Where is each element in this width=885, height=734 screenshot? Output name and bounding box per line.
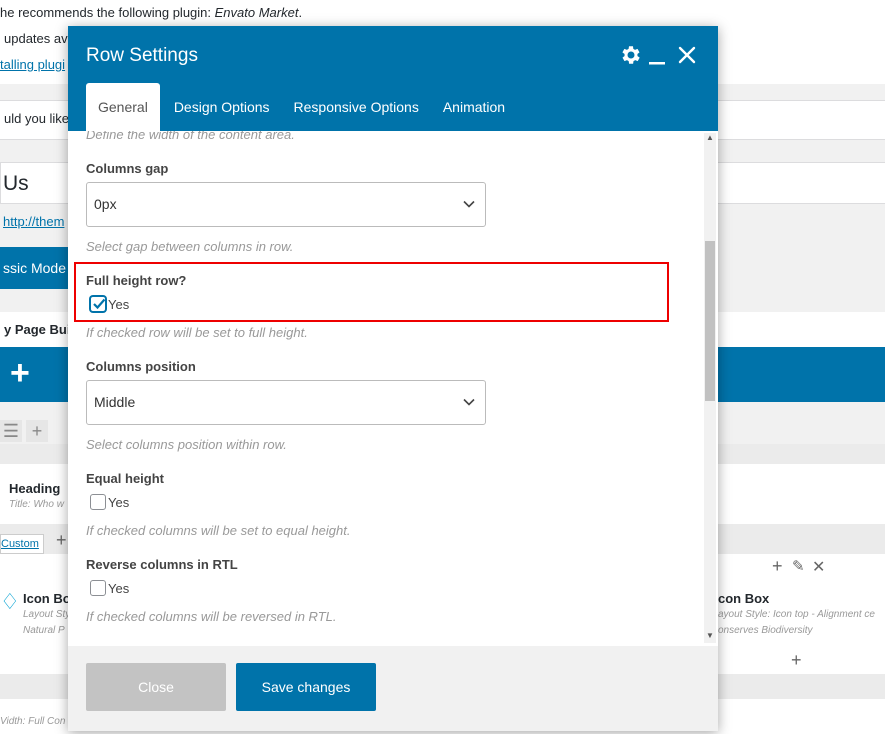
notice-line-2: updates av <box>4 31 68 46</box>
notice-install-link[interactable]: talling plugi <box>0 57 65 72</box>
columns-gap-label: Columns gap <box>86 161 169 176</box>
heading-element-title: Heading <box>9 481 61 496</box>
columns-position-help: Select columns position within row. <box>86 437 287 452</box>
chevron-down-icon <box>463 200 475 208</box>
equal-height-option: Yes <box>108 494 130 510</box>
next-row-sub: Vidth: Full Con <box>0 716 66 727</box>
chevron-down-icon <box>463 398 475 406</box>
column-add-icon-right[interactable]: + <box>791 650 802 671</box>
delete-icon[interactable]: ✕ <box>812 557 825 577</box>
full-height-option: Yes <box>108 296 130 312</box>
columns-position-label: Columns position <box>86 359 196 374</box>
notice-text: he recommends the following plugin: <box>0 5 215 20</box>
columns-gap-value: 0px <box>94 196 117 212</box>
heading-element-sub: Title: Who w <box>9 499 64 510</box>
equal-height-label: Equal height <box>86 471 164 486</box>
classic-mode-button[interactable]: ssic Mode <box>0 247 70 289</box>
full-height-checkbox-row[interactable]: Yes <box>90 296 129 312</box>
icon-box-left-sub2: Natural P <box>23 625 65 636</box>
permalink[interactable]: http://them <box>3 214 64 229</box>
equal-height-help: If checked columns will be set to equal … <box>86 523 351 538</box>
close-button[interactable]: Close <box>86 663 226 711</box>
question-text: uld you like <box>4 111 70 126</box>
columns-gap-select[interactable]: 0px <box>86 182 486 227</box>
reverse-rtl-help: If checked columns will be reversed in R… <box>86 609 337 624</box>
content-width-help: Define the width of the content area. <box>86 131 295 142</box>
close-icon[interactable] <box>675 43 699 67</box>
builder-label: y Page Buil <box>4 322 75 337</box>
gear-icon[interactable] <box>619 43 643 67</box>
column-add-icon[interactable]: + <box>56 530 67 551</box>
notice-suffix: . <box>298 5 303 20</box>
reverse-rtl-checkbox-row[interactable]: Yes <box>90 580 129 596</box>
full-height-checkbox[interactable] <box>90 296 106 312</box>
tab-design-options[interactable]: Design Options <box>162 83 282 131</box>
full-height-help: If checked row will be set to full heigh… <box>86 325 308 340</box>
columns-position-select[interactable]: Middle <box>86 380 486 425</box>
full-height-label: Full height row? <box>86 273 187 288</box>
add-element-icon[interactable]: + <box>10 356 30 390</box>
equal-height-checkbox[interactable] <box>90 494 106 510</box>
pencil-icon[interactable]: ✎ <box>792 557 805 575</box>
icon-box-right-sub2: onserves Biodiversity <box>718 625 813 636</box>
row-settings-modal: Row Settings General Design Options Resp… <box>68 26 718 731</box>
scroll-down-arrow-icon[interactable]: ▼ <box>704 631 716 640</box>
icon-box-right-title: con Box <box>718 591 770 606</box>
reverse-rtl-checkbox[interactable] <box>90 580 106 596</box>
scroll-up-arrow-icon[interactable]: ▲ <box>704 133 716 142</box>
page-title: Us <box>3 172 29 195</box>
custom-tag[interactable]: Custom <box>0 534 44 554</box>
modal-tabs: General Design Options Responsive Option… <box>86 83 517 131</box>
notice-line-1: he recommends the following plugin: Enva… <box>0 5 302 20</box>
save-changes-button[interactable]: Save changes <box>236 663 376 711</box>
equal-height-checkbox-row[interactable]: Yes <box>90 494 129 510</box>
tab-animation[interactable]: Animation <box>431 83 517 131</box>
element-add-icon[interactable]: + <box>772 556 783 577</box>
notice-plugin-name: Envato Market <box>214 5 299 20</box>
reverse-rtl-option: Yes <box>108 580 130 596</box>
reverse-rtl-label: Reverse columns in RTL <box>86 557 238 572</box>
checkmark-icon <box>93 298 106 310</box>
tab-responsive-options[interactable]: Responsive Options <box>282 83 431 131</box>
icon-box-right-sub: ayout Style: Icon top - Alignment ce <box>718 609 875 620</box>
modal-title: Row Settings <box>86 45 198 66</box>
icon-box-left-title: Icon Bo <box>23 591 71 606</box>
tab-general[interactable]: General <box>86 83 160 131</box>
icon-box-left-sub: Layout Styl <box>23 609 73 620</box>
row-menu-icon[interactable]: ☰ <box>0 420 22 442</box>
scrollbar-thumb[interactable] <box>705 241 715 401</box>
minimize-icon[interactable] <box>646 43 670 67</box>
modal-body: Define the width of the content area. Co… <box>68 131 718 646</box>
modal-header: Row Settings General Design Options Resp… <box>68 26 718 131</box>
columns-position-value: Middle <box>94 394 136 410</box>
row-add-icon[interactable]: + <box>26 420 48 442</box>
columns-gap-help: Select gap between columns in row. <box>86 239 294 254</box>
highlight-box <box>74 262 669 322</box>
modal-footer: Close Save changes <box>68 646 718 731</box>
diamond-icon: ♢ <box>0 589 20 614</box>
